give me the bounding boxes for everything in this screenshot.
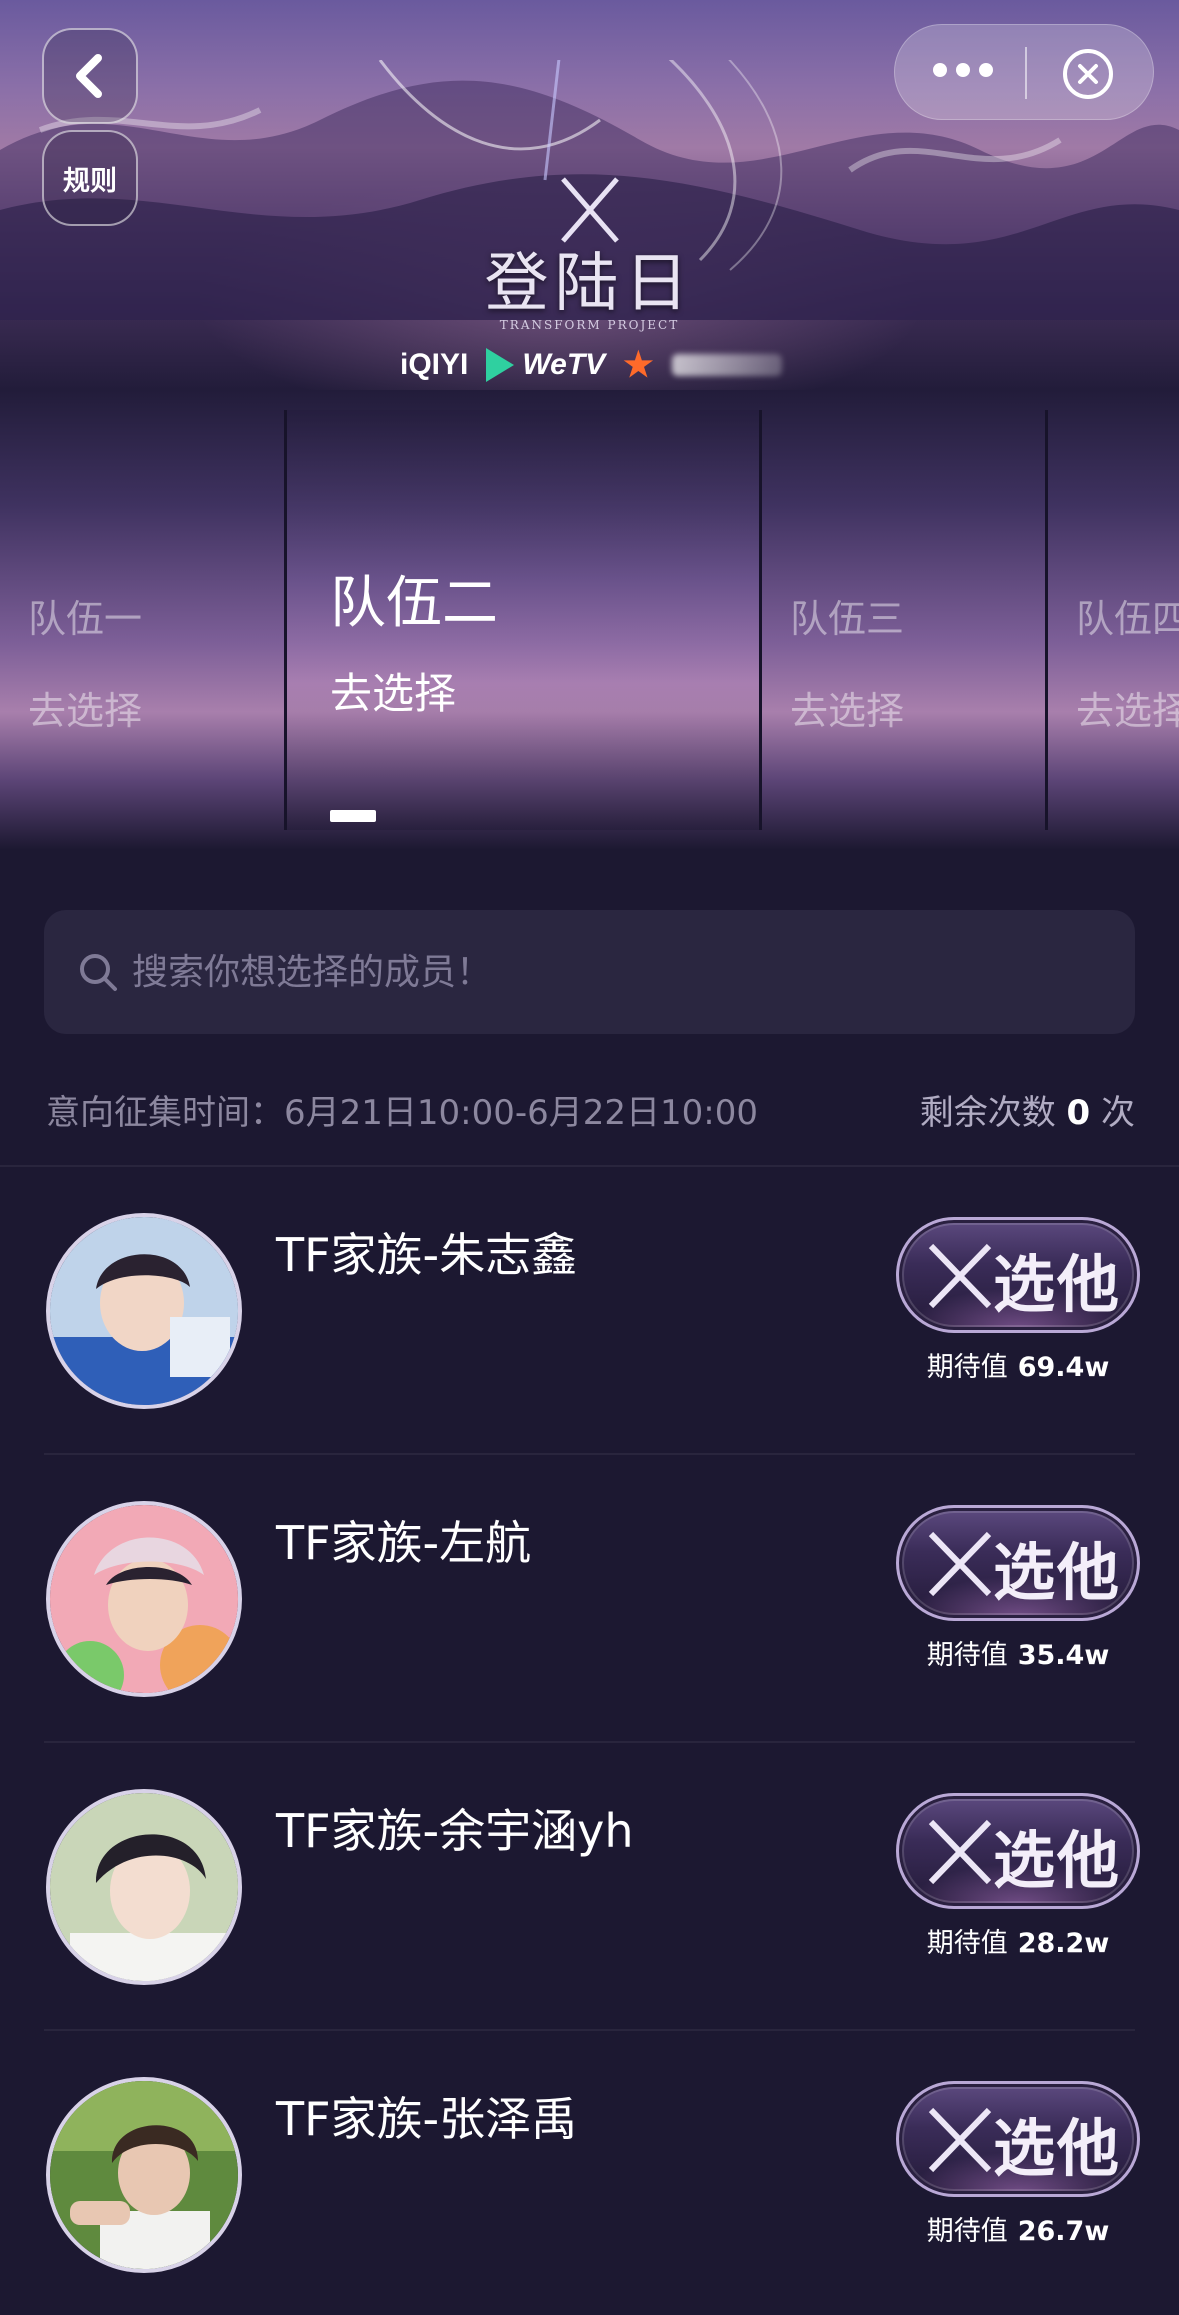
member-avatar	[46, 1213, 242, 1409]
member-row: TF家族-左航 选他 期待值 35.4w	[0, 1455, 1179, 1743]
mini-program-capsule	[894, 24, 1154, 120]
tab-team-4[interactable]: 队伍四 去选择	[1048, 410, 1179, 830]
team-name: 队伍二	[330, 571, 498, 636]
member-name: TF家族-余宇涵yh	[276, 1804, 634, 1858]
remaining-number: 0	[1066, 1093, 1091, 1133]
expectation-label: 期待值	[926, 1352, 1008, 1383]
sponsor-iqiyi: iQIYI	[400, 348, 469, 381]
expectation-value: 期待值 26.7w	[896, 2209, 1140, 2248]
member-name: TF家族-朱志鑫	[276, 1228, 578, 1282]
select-him-label: 选他	[993, 1248, 1122, 1321]
team-tabs: 队伍一 去选择 队伍二 去选择 队伍三 去选择 队伍四 去选择	[0, 390, 1179, 850]
search-icon	[80, 954, 117, 991]
team-select-action: 去选择	[1076, 689, 1179, 733]
member-name: TF家族-左航	[276, 1516, 532, 1570]
select-him-button[interactable]: 选他	[896, 1217, 1140, 1333]
expectation-number: 35.4w	[1017, 1640, 1110, 1671]
select-him-button[interactable]: 选他	[896, 1793, 1140, 1909]
team-name: 队伍一	[28, 597, 143, 641]
team-select-action: 去选择	[790, 689, 905, 733]
team-select-action: 去选择	[330, 669, 457, 718]
member-avatar	[46, 1789, 242, 1985]
x-emblem-icon	[928, 1243, 992, 1309]
team-name: 队伍三	[790, 597, 905, 641]
collection-time-text: 意向征集时间：6月21日10:00-6月22日10:00	[46, 1093, 759, 1133]
expectation-value: 期待值 28.2w	[896, 1921, 1140, 1960]
expectation-label: 期待值	[926, 1640, 1008, 1671]
rules-button[interactable]: 规则	[42, 130, 138, 226]
team-name: 队伍四	[1076, 597, 1179, 641]
logo-subtitle: TRANSFORM PROJECT	[499, 318, 680, 332]
select-him-button[interactable]: 选他	[896, 1505, 1140, 1621]
wetv-play-icon	[486, 348, 515, 382]
remaining-count: 剩余次数 0 次	[920, 1085, 1135, 1134]
member-row: TF家族-余宇涵yh 选他 期待值 28.2w	[0, 1743, 1179, 2031]
back-button[interactable]	[42, 28, 138, 124]
x-emblem-icon	[928, 2107, 992, 2173]
search-bar[interactable]	[44, 910, 1135, 1034]
expectation-value: 期待值 35.4w	[896, 1633, 1140, 1672]
member-name: TF家族-张泽禹	[276, 2092, 578, 2146]
member-avatar	[46, 2077, 242, 2273]
tab-team-1[interactable]: 队伍一 去选择	[0, 410, 284, 830]
select-him-label: 选他	[993, 1824, 1122, 1897]
member-row: TF家族-张泽禹 选他 期待值 26.7w	[0, 2031, 1179, 2315]
select-him-label: 选他	[993, 1536, 1122, 1609]
expectation-label: 期待值	[926, 2216, 1008, 2247]
x-emblem-icon	[928, 1531, 992, 1597]
team-select-action: 去选择	[28, 689, 143, 733]
tab-team-2[interactable]: 队伍二 去选择	[287, 410, 759, 830]
more-options-icon[interactable]	[933, 63, 993, 77]
header-banner: 登陆日 TRANSFORM PROJECT iQIYI WeTV ★ 规则	[0, 0, 1179, 390]
select-him-label: 选他	[993, 2112, 1122, 2185]
selected-tab-indicator	[330, 810, 376, 822]
expectation-number: 69.4w	[1017, 1352, 1110, 1383]
remaining-unit: 次	[1101, 1093, 1135, 1133]
expectation-number: 26.7w	[1017, 2216, 1110, 2247]
search-input[interactable]	[130, 940, 1110, 1004]
close-icon[interactable]	[1063, 49, 1113, 99]
member-avatar	[46, 1501, 242, 1697]
star-icon: ★	[623, 346, 654, 384]
chevron-left-icon	[76, 54, 102, 98]
select-him-button[interactable]: 选他	[896, 2081, 1140, 2197]
sponsor-logos: iQIYI WeTV ★	[400, 345, 782, 385]
x-emblem-icon	[928, 1819, 992, 1885]
sponsor-wetv: WeTV	[522, 348, 606, 381]
expectation-value: 期待值 69.4w	[896, 1345, 1140, 1384]
expectation-label: 期待值	[926, 1928, 1008, 1959]
logo-title: 登陆日	[484, 247, 695, 321]
remaining-label: 剩余次数	[919, 1093, 1056, 1133]
expectation-number: 28.2w	[1017, 1928, 1110, 1959]
member-row: TF家族-朱志鑫 选他 期待值 69.4w	[0, 1167, 1179, 1455]
capsule-divider	[1025, 47, 1027, 99]
blurred-sponsor-logo	[671, 354, 782, 376]
tab-team-3[interactable]: 队伍三 去选择	[762, 410, 1045, 830]
